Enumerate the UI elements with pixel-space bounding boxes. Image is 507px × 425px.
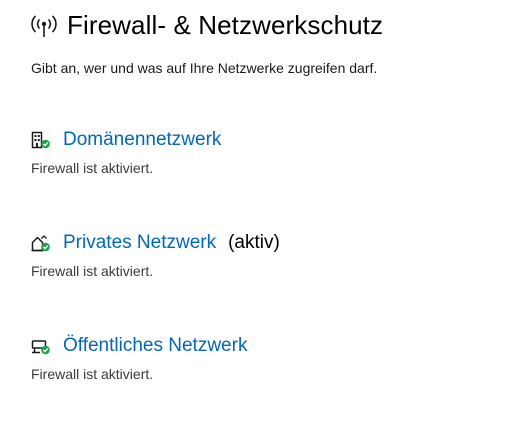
- page-title: Firewall- & Netzwerkschutz: [67, 10, 384, 40]
- network-row-public: Öffentliches Netzwerk: [31, 333, 491, 359]
- domain-building-icon: [31, 131, 51, 149]
- private-home-icon: [31, 234, 51, 252]
- private-network-status: Firewall ist aktiviert.: [31, 263, 154, 279]
- public-network-link[interactable]: Öffentliches Netzwerk: [63, 335, 247, 357]
- firewall-page: Firewall- & Netzwerkschutz Gibt an, wer …: [0, 0, 507, 425]
- domain-network-link[interactable]: Domänennetzwerk: [63, 129, 221, 151]
- active-indicator: (aktiv): [228, 232, 280, 253]
- network-section-private: Privates Netzwerk (aktiv) Firewall ist a…: [31, 230, 491, 279]
- network-section-domain: Domänennetzwerk Firewall ist aktiviert.: [31, 127, 491, 176]
- private-network-link[interactable]: Privates Netzwerk: [63, 232, 216, 254]
- domain-network-status: Firewall ist aktiviert.: [31, 160, 154, 176]
- public-network-status: Firewall ist aktiviert.: [31, 366, 154, 382]
- network-row-private: Privates Netzwerk (aktiv): [31, 230, 491, 256]
- page-subtitle: Gibt an, wer und was auf Ihre Netzwerke …: [31, 60, 378, 76]
- wireless-antenna-icon: [31, 11, 57, 41]
- public-bench-icon: [31, 337, 51, 355]
- network-row-domain: Domänennetzwerk: [31, 127, 491, 153]
- network-section-public: Öffentliches Netzwerk Firewall ist aktiv…: [31, 333, 491, 382]
- page-header: Firewall- & Netzwerkschutz: [31, 10, 383, 41]
